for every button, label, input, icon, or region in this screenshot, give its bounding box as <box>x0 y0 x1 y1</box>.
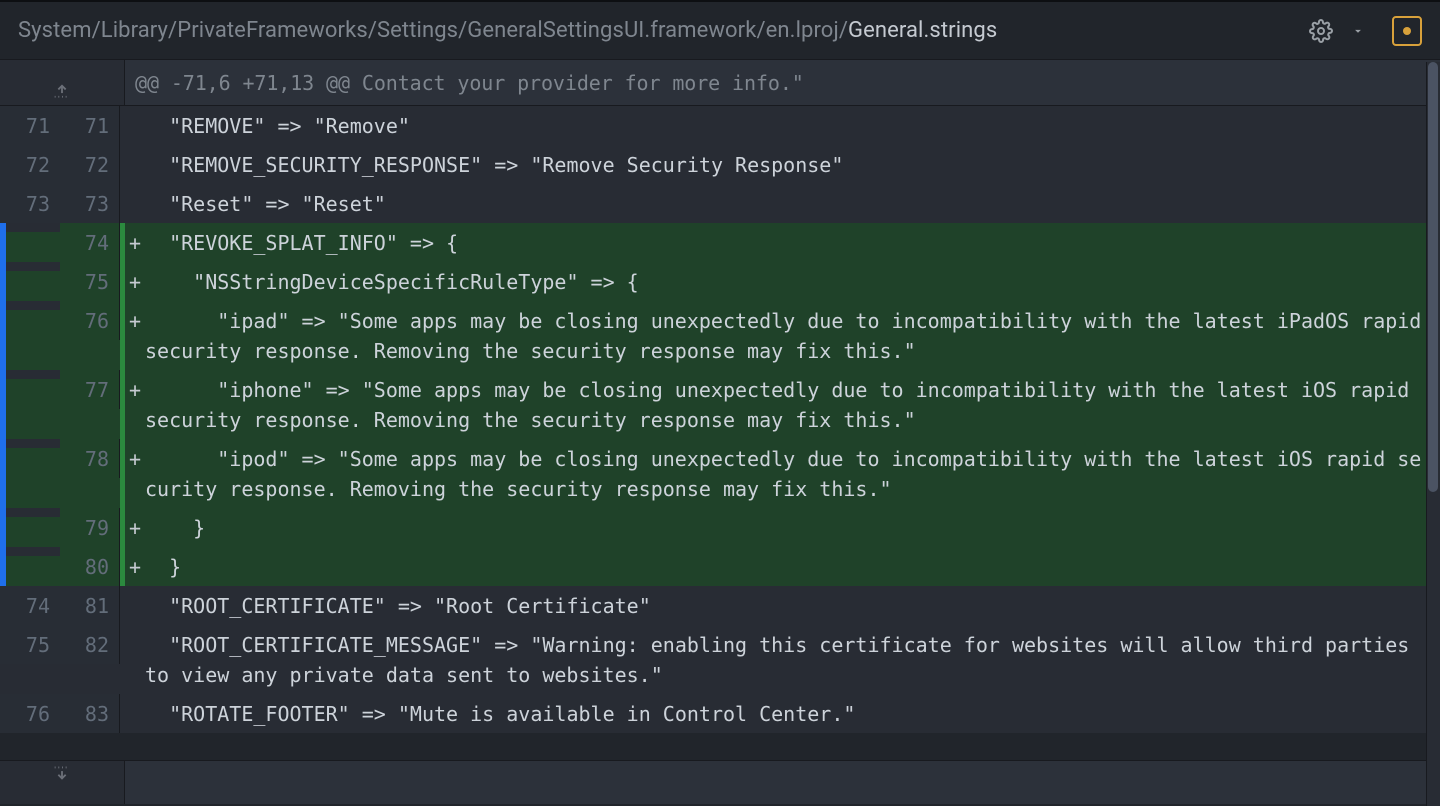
line-number-new: 80 <box>60 547 120 586</box>
diff-row[interactable]: 76+ "ipad" => "Some apps may be closing … <box>0 301 1440 370</box>
line-number-new: 73 <box>60 184 120 223</box>
line-number-old: 74 <box>0 586 60 625</box>
diff-sign: + <box>125 262 145 297</box>
diff-sign <box>125 145 145 150</box>
code-content: "ROOT_CERTIFICATE_MESSAGE" => "Warning: … <box>145 625 1440 694</box>
diff-row[interactable]: 77+ "iphone" => "Some apps may be closin… <box>0 370 1440 439</box>
line-number-new: 79 <box>60 508 120 547</box>
code-content: "ipod" => "Some apps may be closing unex… <box>145 439 1440 508</box>
hunk-footer <box>0 760 1440 804</box>
line-number-old <box>0 547 60 556</box>
scrollbar-thumb[interactable] <box>1428 62 1438 492</box>
code-rows: 7171 "REMOVE" => "Remove"7272 "REMOVE_SE… <box>0 106 1440 760</box>
diff-sign <box>125 184 145 189</box>
change-marker <box>120 184 125 223</box>
line-number-new: 75 <box>60 262 120 301</box>
diff-sign: + <box>125 547 145 582</box>
code-content: "iphone" => "Some apps may be closing un… <box>145 370 1440 439</box>
line-number-old <box>0 223 60 232</box>
code-content: "REMOVE_SECURITY_RESPONSE" => "Remove Se… <box>145 145 1440 184</box>
line-number-old: 73 <box>0 184 60 223</box>
diff-row[interactable]: 79+ } <box>0 508 1440 547</box>
code-content: "Reset" => "Reset" <box>145 184 1440 223</box>
change-marker <box>120 145 125 184</box>
header-actions <box>1304 16 1422 46</box>
dot-icon <box>1403 27 1411 35</box>
diff-row[interactable]: 78+ "ipod" => "Some apps may be closing … <box>0 439 1440 508</box>
diff-sign: + <box>125 370 145 405</box>
code-content: "ROTATE_FOOTER" => "Mute is available in… <box>145 694 1440 733</box>
diff-row[interactable]: 7481 "ROOT_CERTIFICATE" => "Root Certifi… <box>0 586 1440 625</box>
line-number-new: 76 <box>60 301 120 340</box>
line-number-new: 74 <box>60 223 120 262</box>
diff-row[interactable]: 80+ } <box>0 547 1440 586</box>
line-number-new: 81 <box>60 586 120 625</box>
code-content: } <box>145 547 1440 586</box>
line-number-new: 77 <box>60 370 120 409</box>
expand-up-button[interactable] <box>0 60 125 105</box>
diff-sign <box>125 106 145 111</box>
hunk-header-text: @@ -71,6 +71,13 @@ Contact your provider… <box>125 71 804 95</box>
hunk-header: @@ -71,6 +71,13 @@ Contact your provider… <box>0 60 1440 106</box>
code-content: "REVOKE_SPLAT_INFO" => { <box>145 223 1440 262</box>
change-marker <box>120 625 125 694</box>
line-number-old <box>0 508 60 517</box>
line-number-old: 72 <box>0 145 60 184</box>
diff-row[interactable]: 7582 "ROOT_CERTIFICATE_MESSAGE" => "Warn… <box>0 625 1440 694</box>
expand-down-button[interactable] <box>0 761 125 804</box>
gear-icon[interactable] <box>1304 17 1338 45</box>
code-content: "REMOVE" => "Remove" <box>145 106 1440 145</box>
line-number-new: 71 <box>60 106 120 145</box>
line-number-old <box>0 370 60 379</box>
diff-row[interactable]: 75+ "NSStringDeviceSpecificRuleType" => … <box>0 262 1440 301</box>
viewed-toggle[interactable] <box>1392 16 1422 46</box>
breadcrumb-filename: General.strings <box>848 18 997 43</box>
diff-pane: @@ -71,6 +71,13 @@ Contact your provider… <box>0 60 1440 804</box>
line-number-new: 78 <box>60 439 120 478</box>
change-marker <box>120 106 125 145</box>
chevron-down-icon[interactable] <box>1344 17 1372 45</box>
line-number-old <box>0 301 60 310</box>
diff-row[interactable]: 7272 "REMOVE_SECURITY_RESPONSE" => "Remo… <box>0 145 1440 184</box>
line-number-old: 75 <box>0 625 60 664</box>
diff-sign <box>125 586 145 591</box>
line-number-old: 76 <box>0 694 60 733</box>
change-marker <box>120 694 125 733</box>
diff-sign <box>125 694 145 699</box>
breadcrumb[interactable]: System/Library/PrivateFrameworks/Setting… <box>18 18 997 43</box>
code-content: } <box>145 508 1440 547</box>
diff-row[interactable]: 7683 "ROTATE_FOOTER" => "Mute is availab… <box>0 694 1440 733</box>
breadcrumb-path: System/Library/PrivateFrameworks/Setting… <box>18 18 848 43</box>
diff-sign: + <box>125 223 145 258</box>
diff-row[interactable]: 7171 "REMOVE" => "Remove" <box>0 106 1440 145</box>
code-content: "ROOT_CERTIFICATE" => "Root Certificate" <box>145 586 1440 625</box>
line-number-new: 82 <box>60 625 120 664</box>
change-marker <box>120 586 125 625</box>
diff-row[interactable]: 7373 "Reset" => "Reset" <box>0 184 1440 223</box>
code-content: "ipad" => "Some apps may be closing unex… <box>145 301 1440 370</box>
line-number-new: 83 <box>60 694 120 733</box>
line-number-old: 71 <box>0 106 60 145</box>
diff-row[interactable]: 74+ "REVOKE_SPLAT_INFO" => { <box>0 223 1440 262</box>
diff-sign: + <box>125 301 145 336</box>
diff-sign: + <box>125 439 145 474</box>
line-number-old <box>0 439 60 448</box>
diff-sign: + <box>125 508 145 543</box>
file-header: System/Library/PrivateFrameworks/Setting… <box>0 0 1440 60</box>
line-number-old <box>0 262 60 271</box>
diff-sign <box>125 625 145 630</box>
code-content: "NSStringDeviceSpecificRuleType" => { <box>145 262 1440 301</box>
line-number-new: 72 <box>60 145 120 184</box>
